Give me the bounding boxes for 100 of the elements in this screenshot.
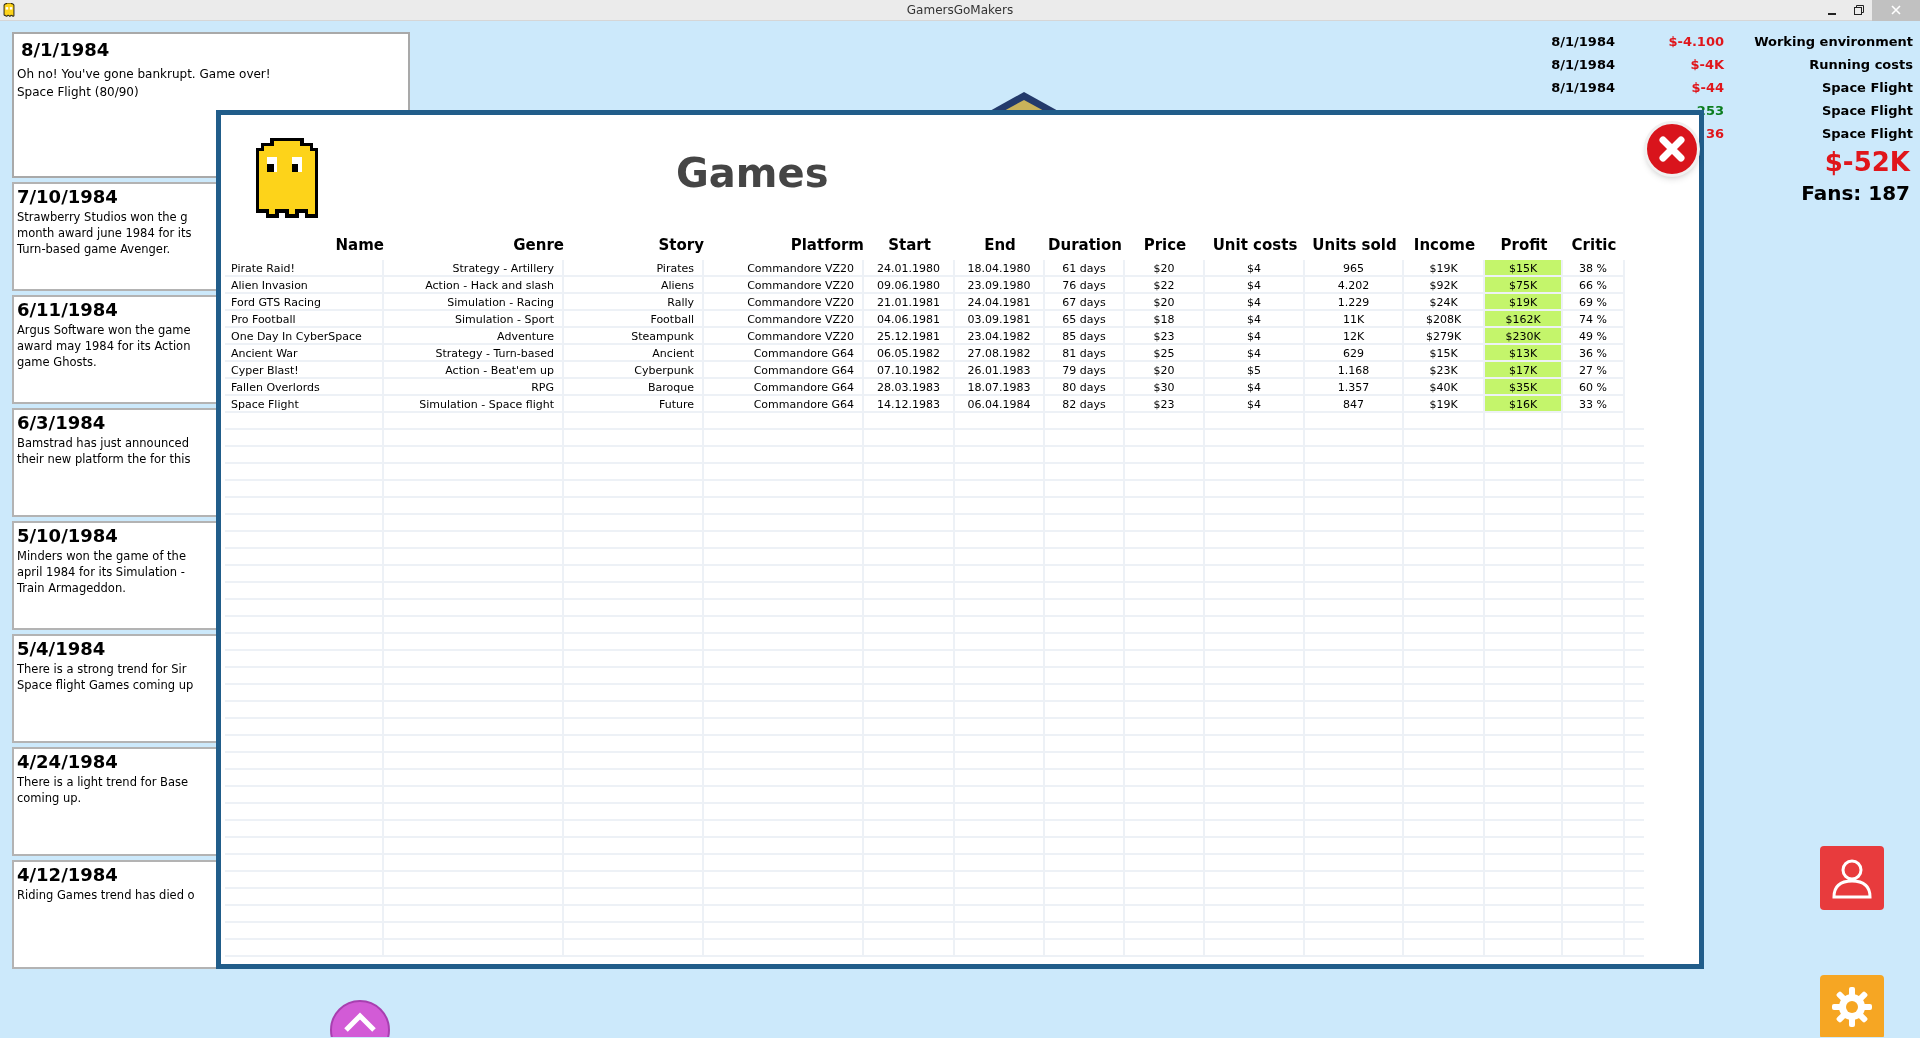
table-cell: Commandore G64 — [704, 396, 864, 413]
table-cell: Strategy - Turn-based — [384, 345, 564, 362]
table-cell: $4 — [1205, 311, 1305, 328]
table-cell: 76 days — [1045, 277, 1125, 294]
table-cell: Pirate Raid! — [225, 260, 384, 277]
table-cell: Football — [564, 311, 704, 328]
news-text: Riding Games trend has died o — [17, 887, 195, 903]
table-cell: $15K — [1485, 260, 1563, 277]
table-cell: $4 — [1205, 396, 1305, 413]
table-cell: 33 % — [1563, 396, 1625, 413]
table-cell: Ford GTS Racing — [225, 294, 384, 311]
table-cell: 38 % — [1563, 260, 1625, 277]
news-text: Strawberry Studios won the g month award june 1984 for its Turn-based game Avenger. — [17, 209, 192, 257]
table-cell: 81 days — [1045, 345, 1125, 362]
news-text: There is a light trend for Base coming up. — [17, 774, 189, 806]
column-header: End — [983, 235, 1017, 256]
table-cell: 24.04.1981 — [955, 294, 1045, 311]
table-cell: $25 — [1125, 345, 1205, 362]
table-cell: Commandore VZ20 — [704, 260, 864, 277]
table-cell: Commandore VZ20 — [704, 277, 864, 294]
news-date: 6/11/1984 — [17, 298, 118, 322]
table-cell: 14.12.1983 — [864, 396, 955, 413]
table-cell: $162K — [1485, 311, 1563, 328]
table-cell: 24.01.1980 — [864, 260, 955, 277]
table-cell: Rally — [564, 294, 704, 311]
ledger-label: Running costs — [1808, 56, 1913, 74]
table-cell: 65 days — [1045, 311, 1125, 328]
column-header: Profit — [1499, 235, 1549, 256]
table-cell: 60 % — [1563, 379, 1625, 396]
table-cell: Future — [564, 396, 704, 413]
table-cell: 847 — [1305, 396, 1404, 413]
table-cell: Adventure — [384, 328, 564, 345]
news-text: Argus Software won the game award may 1984 for its Action game Ghosts. — [17, 322, 191, 370]
column-header: Critic — [1570, 235, 1618, 256]
table-cell: $4 — [1205, 328, 1305, 345]
table-cell: Commandore G64 — [704, 362, 864, 379]
news-date: 4/12/1984 — [17, 863, 118, 887]
table-cell: $4 — [1205, 379, 1305, 396]
table-cell: 06.04.1984 — [955, 396, 1045, 413]
table-cell: $22 — [1125, 277, 1205, 294]
table-cell: 27.08.1982 — [955, 345, 1045, 362]
table-cell: 61 days — [1045, 260, 1125, 277]
column-header: Unit costs — [1211, 235, 1299, 256]
table-cell: Simulation - Space flight — [384, 396, 564, 413]
ledger-date: 8/1/1984 — [1550, 33, 1615, 51]
column-header: Income — [1412, 235, 1477, 256]
table-cell: 25.12.1981 — [864, 328, 955, 345]
profile-button[interactable] — [1820, 846, 1884, 910]
table-cell: $23 — [1125, 396, 1205, 413]
news-text: Minders won the game of the april 1984 for its Simulation - Train Armageddon. — [17, 548, 186, 596]
column-header: Duration — [1047, 235, 1123, 256]
close-icon — [1657, 134, 1687, 164]
table-cell: 1.168 — [1305, 362, 1404, 379]
table-cell: 85 days — [1045, 328, 1125, 345]
table-cell: $20 — [1125, 294, 1205, 311]
table-cell: 4.202 — [1305, 277, 1404, 294]
table-cell: RPG — [384, 379, 564, 396]
table-cell: 965 — [1305, 260, 1404, 277]
table-cell: Pro Football — [225, 311, 384, 328]
table-cell: 74 % — [1563, 311, 1625, 328]
table-cell: $20 — [1125, 260, 1205, 277]
table-cell: 12K — [1305, 328, 1404, 345]
table-cell: Strategy - Artillery — [384, 260, 564, 277]
table-cell: Ancient War — [225, 345, 384, 362]
table-cell: 79 days — [1045, 362, 1125, 379]
table-cell: $4 — [1205, 345, 1305, 362]
table-cell: $17K — [1485, 362, 1563, 379]
table-cell: $4 — [1205, 260, 1305, 277]
table-cell: $18 — [1125, 311, 1205, 328]
table-cell: $23 — [1125, 328, 1205, 345]
ledger-amount: $-4.100 — [1667, 33, 1724, 51]
table-cell: $20 — [1125, 362, 1205, 379]
table-cell: Cyper Blast! — [225, 362, 384, 379]
dialog-close-button[interactable] — [1644, 121, 1700, 177]
table-cell: Simulation - Racing — [384, 294, 564, 311]
table-cell: Fallen Overlords — [225, 379, 384, 396]
table-cell: 49 % — [1563, 328, 1625, 345]
column-header: Name — [334, 235, 384, 256]
ledger-amount: $-44 — [1690, 79, 1724, 97]
table-cell: 03.09.1981 — [955, 311, 1045, 328]
table-cell: Simulation - Sport — [384, 311, 564, 328]
app-icon — [2, 3, 16, 17]
column-header: Start — [887, 235, 932, 256]
table-cell: $230K — [1485, 328, 1563, 345]
table-cell: Space Flight — [225, 396, 384, 413]
table-cell: 82 days — [1045, 396, 1125, 413]
table-cell: Pirates — [564, 260, 704, 277]
news-date: 5/10/1984 — [17, 524, 118, 548]
fan-count: Fans: 187 — [1801, 180, 1911, 207]
table-cell: $75K — [1485, 277, 1563, 294]
balance-amount: $-52K — [1824, 146, 1912, 179]
news-date: 4/24/1984 — [17, 750, 118, 774]
table-cell: Commandore VZ20 — [704, 311, 864, 328]
column-header: Story — [657, 235, 704, 256]
restore-icon — [1853, 5, 1864, 15]
table-cell: $4 — [1205, 294, 1305, 311]
table-cell: Cyberpunk — [564, 362, 704, 379]
table-cell: $16K — [1485, 396, 1563, 413]
table-cell: Aliens — [564, 277, 704, 294]
table-cell: 1.229 — [1305, 294, 1404, 311]
